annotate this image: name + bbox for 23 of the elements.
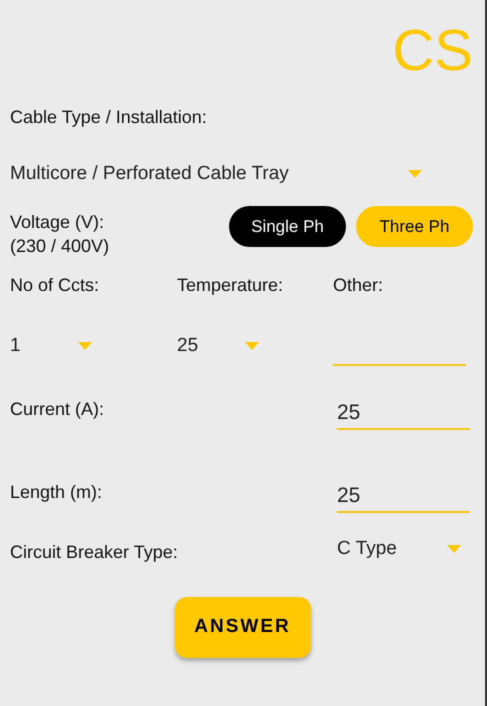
field-label: Temperature: xyxy=(177,274,284,297)
answer-button[interactable]: ANSWER xyxy=(174,597,310,658)
input-field[interactable]: 25 xyxy=(337,473,470,513)
field-label: Length (m): xyxy=(10,481,102,504)
field-label: No of Ccts: xyxy=(10,274,100,297)
field-label: Other: xyxy=(333,274,384,297)
field-label: Current (A): xyxy=(10,398,104,421)
dropdown-caret-icon xyxy=(78,342,92,350)
dropdown[interactable]: C Type xyxy=(337,529,461,569)
field-label: (230 / 400V) xyxy=(10,235,110,258)
dropdown-caret-icon xyxy=(408,170,422,178)
field-label: Voltage (V): xyxy=(10,211,106,234)
dropdown-caret-icon xyxy=(245,342,259,350)
dropdown-caret-icon xyxy=(447,545,461,553)
phase-button[interactable]: Three Ph xyxy=(356,206,473,247)
dropdown[interactable]: Multicore / Perforated Cable Tray xyxy=(10,154,422,194)
input-field[interactable]: 25 xyxy=(337,390,470,430)
dropdown[interactable]: 1 xyxy=(10,326,92,366)
field-label: Circuit Breaker Type: xyxy=(10,541,178,564)
logo-text: CS xyxy=(392,22,473,80)
dropdown[interactable]: 25 xyxy=(177,326,259,366)
phase-button[interactable]: Single Ph xyxy=(229,206,346,247)
field-label: Cable Type / Installation: xyxy=(10,106,208,129)
